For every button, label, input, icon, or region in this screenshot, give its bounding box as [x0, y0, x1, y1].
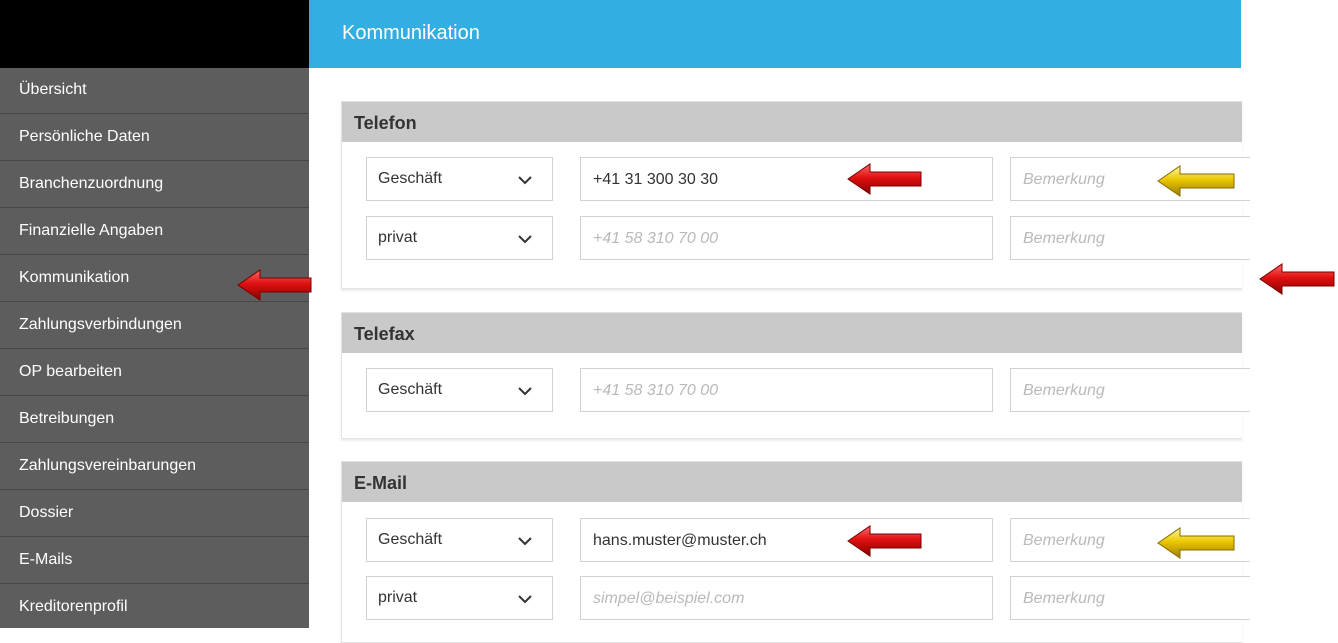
email-address-input[interactable]: hans.muster@muster.ch	[580, 518, 993, 562]
page-title: Kommunikation	[342, 22, 480, 44]
select-value: privat	[378, 229, 418, 246]
chevron-down-icon	[518, 595, 532, 604]
remark-input[interactable]: Bemerkung	[1010, 576, 1250, 620]
page-header: Kommunikation	[309, 0, 1241, 68]
select-value: Geschäft	[378, 531, 443, 548]
input-placeholder: Bemerkung	[1023, 590, 1105, 607]
phone-number-input[interactable]: +41 58 310 70 00	[580, 216, 993, 260]
red-arrow-icon	[847, 525, 922, 557]
email-address-input[interactable]: simpel@beispiel.com	[580, 576, 993, 620]
section-email: E-Mail Geschäft hans.muster@muster.ch Be…	[341, 461, 1250, 643]
chevron-down-icon	[518, 235, 532, 244]
sidebar-item-zahlungsverbindungen[interactable]: Zahlungsverbindungen	[0, 302, 309, 349]
input-placeholder: +41 58 310 70 00	[593, 230, 719, 247]
chevron-down-icon	[518, 387, 532, 396]
yellow-arrow-icon	[1157, 165, 1235, 197]
fax-type-select[interactable]: Geschäft	[366, 368, 553, 412]
phone-type-select[interactable]: Geschäft	[366, 157, 553, 201]
sidebar-item-kreditorenprofil[interactable]: Kreditorenprofil	[0, 584, 309, 628]
select-value: Geschäft	[378, 170, 443, 187]
sidebar-item-persoenliche-daten[interactable]: Persönliche Daten	[0, 114, 309, 161]
select-value: privat	[378, 589, 418, 606]
red-arrow-icon	[1259, 263, 1335, 295]
yellow-arrow-icon	[1157, 527, 1235, 559]
input-placeholder: Bemerkung	[1023, 382, 1105, 399]
fax-number-input[interactable]: +41 58 310 70 00	[580, 368, 993, 412]
input-placeholder: simpel@beispiel.com	[593, 590, 745, 607]
section-title: Telefax	[342, 313, 1242, 353]
sidebar-item-branchenzuordnung[interactable]: Branchenzuordnung	[0, 161, 309, 208]
input-placeholder: Bemerkung	[1023, 230, 1105, 247]
red-arrow-icon	[847, 163, 922, 195]
sidebar-item-e-mails[interactable]: E-Mails	[0, 537, 309, 584]
chevron-down-icon	[518, 176, 532, 185]
section-telefax: Telefax Geschäft +41 58 310 70 00 Bemerk…	[341, 312, 1250, 439]
right-margin	[1241, 0, 1338, 628]
phone-number-input[interactable]: +41 31 300 30 30	[580, 157, 993, 201]
sidebar-item-op-bearbeiten[interactable]: OP bearbeiten	[0, 349, 309, 396]
logo-area	[0, 0, 309, 68]
section-telefon: Telefon Geschäft +41 31 300 30 30 Bemerk…	[341, 101, 1250, 289]
input-placeholder: Bemerkung	[1023, 532, 1105, 549]
section-title: Telefon	[342, 102, 1242, 142]
input-placeholder: +41 58 310 70 00	[593, 382, 719, 399]
sidebar-item-zahlungsvereinbarungen[interactable]: Zahlungsvereinbarungen	[0, 443, 309, 490]
select-value: Geschäft	[378, 381, 443, 398]
sidebar-item-betreibungen[interactable]: Betreibungen	[0, 396, 309, 443]
email-type-select[interactable]: privat	[366, 576, 553, 620]
chevron-down-icon	[518, 537, 532, 546]
red-arrow-icon	[237, 269, 312, 301]
sidebar-item-finanzielle-angaben[interactable]: Finanzielle Angaben	[0, 208, 309, 255]
remark-input[interactable]: Bemerkung	[1010, 216, 1250, 260]
input-placeholder: Bemerkung	[1023, 171, 1105, 188]
email-type-select[interactable]: Geschäft	[366, 518, 553, 562]
section-title: E-Mail	[342, 462, 1242, 502]
sidebar: Übersicht Persönliche Daten Branchenzuor…	[0, 68, 309, 628]
input-value: hans.muster@muster.ch	[593, 532, 767, 549]
input-value: +41 31 300 30 30	[593, 171, 719, 188]
sidebar-item-uebersicht[interactable]: Übersicht	[0, 68, 309, 114]
phone-type-select[interactable]: privat	[366, 216, 553, 260]
remark-input[interactable]: Bemerkung	[1010, 368, 1250, 412]
sidebar-item-dossier[interactable]: Dossier	[0, 490, 309, 537]
